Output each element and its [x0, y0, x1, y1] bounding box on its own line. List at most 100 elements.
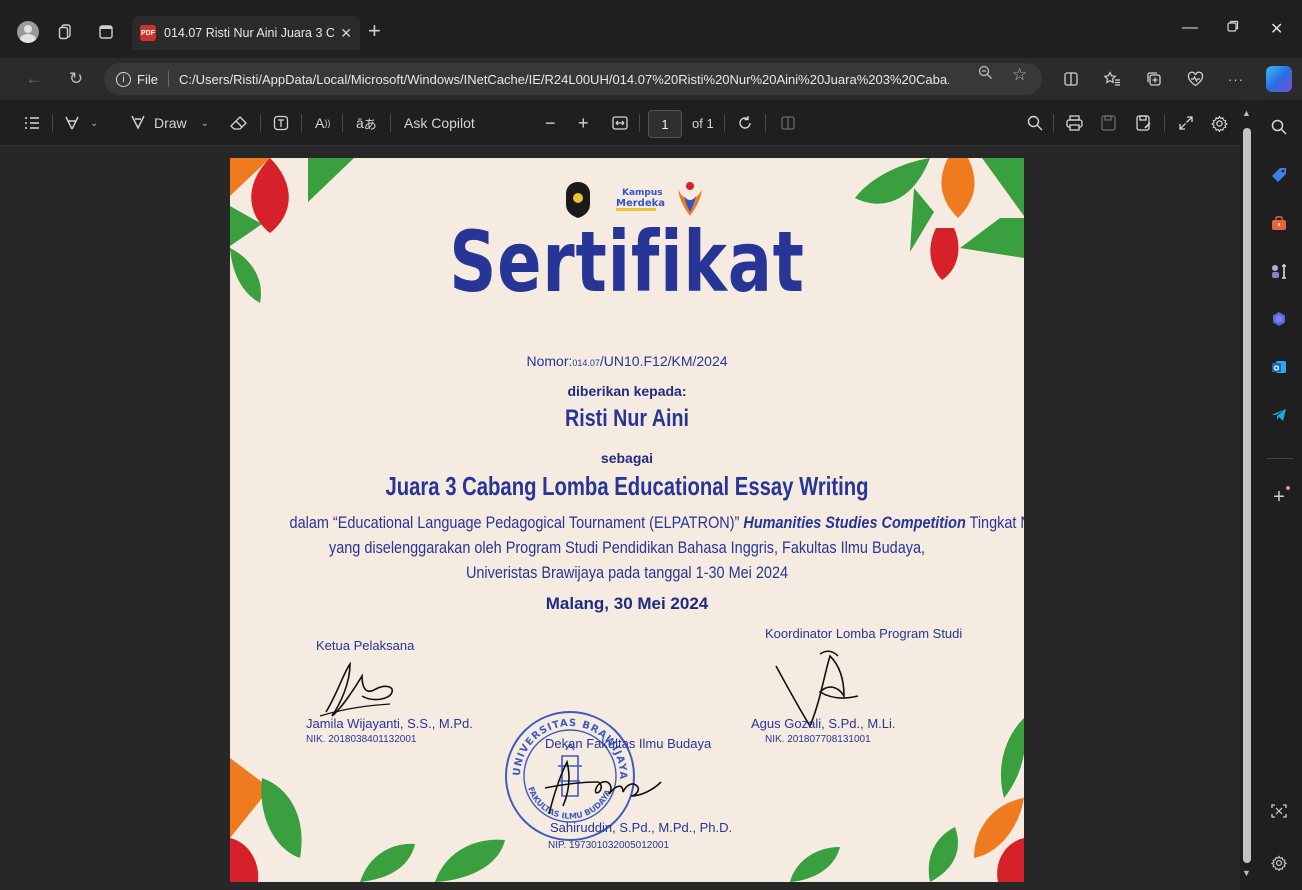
scroll-down-icon[interactable]: ▼: [1242, 868, 1251, 878]
ask-copilot-button[interactable]: Ask Copilot: [404, 113, 475, 133]
divider: [1053, 114, 1054, 132]
save-as-icon[interactable]: [1136, 113, 1152, 133]
divider: [301, 114, 302, 132]
divider: [1266, 458, 1294, 459]
erase-icon[interactable]: [230, 113, 248, 133]
active-tab[interactable]: PDF 014.07 Risti Nur Aini Juara 3 Cabang…: [132, 16, 360, 50]
outlook-icon[interactable]: O: [1268, 356, 1290, 378]
minimize-button[interactable]: —: [1182, 19, 1198, 37]
certificate-page: Kampus Merdeka Sertifikat Nomor:014.07/U…: [230, 158, 1024, 882]
description-line-3: Univeristas Brawijaya pada tanggal 1-30 …: [465, 563, 789, 582]
info-icon[interactable]: i: [116, 71, 131, 87]
certificate-title: Sertifikat: [449, 213, 805, 311]
split-screen-icon[interactable]: [1060, 68, 1082, 90]
draw-button[interactable]: Draw ⌄: [130, 113, 209, 133]
add-icon[interactable]: +: [1268, 486, 1290, 508]
svg-text:O: O: [1274, 365, 1280, 373]
browser-essentials-icon[interactable]: [1184, 68, 1206, 90]
address-bar[interactable]: i File C:/Users/Risti/AppData/Local/Micr…: [104, 63, 1042, 95]
copilot-icon[interactable]: [1266, 66, 1292, 92]
event-logo: [678, 182, 702, 216]
kampus-merdeka-logo: Kampus: [622, 188, 663, 198]
page-view-icon[interactable]: [780, 113, 796, 133]
pdf-toolbar: ⌄ Draw ⌄ A)) āあ Ask Copilot − + 1 of 1: [0, 100, 1240, 146]
profile-icon[interactable]: [16, 20, 40, 44]
sidebar-settings-icon[interactable]: [1268, 852, 1290, 874]
translate-icon[interactable]: āあ: [356, 113, 377, 133]
vertical-scrollbar[interactable]: ▲ ▼: [1240, 100, 1254, 890]
right-signer-nik: NIK. 201807708131001: [765, 734, 871, 745]
award-title: Juara 3 Cabang Lomba Educational Essay W…: [385, 471, 869, 501]
games-icon[interactable]: [1268, 260, 1290, 282]
back-icon[interactable]: ←: [22, 67, 46, 91]
page-total: of 1: [692, 115, 714, 131]
url-text[interactable]: C:/Users/Risti/AppData/Local/Microsoft/W…: [179, 72, 949, 87]
telegram-icon[interactable]: [1268, 404, 1290, 426]
tab-bar: PDF 014.07 Risti Nur Aini Juara 3 Cabang…: [0, 0, 1302, 58]
tab-actions-icon[interactable]: [94, 20, 118, 44]
refresh-icon[interactable]: ↻: [64, 67, 88, 91]
workspaces-icon[interactable]: [54, 20, 78, 44]
center-signature: [544, 759, 662, 815]
text-icon[interactable]: [273, 113, 289, 133]
divider: [639, 114, 640, 132]
divider: [342, 114, 343, 132]
description-line-2: yang diselenggarakan oleh Program Studi …: [328, 538, 926, 557]
left-signer-name: Jamila Wijayanti, S.S., M.Pd.: [306, 716, 473, 731]
draw-icon: [130, 114, 146, 133]
svg-text:Merdeka: Merdeka: [616, 198, 665, 209]
recipient-name: Risti Nur Aini: [565, 405, 689, 432]
favorites-icon[interactable]: [1101, 68, 1123, 90]
left-signer-nik: NIK. 2018038401132001: [306, 734, 417, 745]
fit-page-icon[interactable]: [612, 113, 628, 133]
restore-button[interactable]: [1227, 19, 1239, 37]
save-icon[interactable]: [1101, 113, 1116, 133]
read-aloud-icon[interactable]: A)): [315, 113, 330, 133]
highlight-icon[interactable]: ⌄: [64, 113, 98, 133]
more-icon[interactable]: ···: [1225, 68, 1247, 90]
screenshot-icon[interactable]: [1268, 800, 1290, 822]
close-window-button[interactable]: ✕: [1270, 19, 1283, 39]
divider: [765, 114, 766, 132]
collections-icon[interactable]: [1143, 68, 1165, 90]
scroll-thumb[interactable]: [1243, 128, 1251, 863]
divider: [724, 114, 725, 132]
divider: [167, 71, 169, 87]
divider: [1164, 114, 1165, 132]
center-signer-nip: NIP. 197301032005012001: [548, 840, 670, 851]
draw-label: Draw: [154, 115, 187, 131]
shopping-icon[interactable]: [1268, 164, 1290, 186]
divider: [390, 114, 391, 132]
tab-title: 014.07 Risti Nur Aini Juara 3 Cabang: [164, 26, 334, 40]
place-date: Malang, 30 Mei 2024: [545, 594, 709, 613]
favorite-icon[interactable]: ☆: [1012, 65, 1027, 85]
page-number-input[interactable]: 1: [648, 110, 682, 138]
zoom-out-icon[interactable]: −: [545, 113, 556, 133]
search-icon[interactable]: [1027, 113, 1043, 133]
scroll-up-icon[interactable]: ▲: [1242, 108, 1251, 118]
divider: [260, 114, 261, 132]
zoom-in-icon[interactable]: +: [578, 113, 589, 133]
search-icon[interactable]: [1268, 116, 1290, 138]
contents-icon[interactable]: [24, 113, 40, 133]
center-signer-role: Dekan Fakultas Ilmu Budaya: [545, 736, 712, 751]
center-signer-name: Sahiruddin, S.Pd., M.Pd., Ph.D.: [550, 820, 733, 835]
file-label: File: [137, 71, 158, 87]
microsoft365-icon[interactable]: [1268, 308, 1290, 330]
left-signer-role: Ketua Pelaksana: [316, 638, 415, 653]
rotate-icon[interactable]: [737, 113, 753, 133]
close-tab-icon[interactable]: ✕: [340, 25, 352, 42]
fullscreen-icon[interactable]: [1178, 113, 1194, 133]
certificate-number: Nomor:014.07/UN10.F12/KM/2024: [526, 353, 728, 369]
divider: [52, 114, 53, 132]
right-signer-name: Agus Gozali, S.Pd., M.Li.: [751, 716, 896, 731]
description-line-1: dalam “Educational Language Pedagogical …: [289, 513, 1024, 532]
pdf-viewer[interactable]: Kampus Merdeka Sertifikat Nomor:014.07/U…: [0, 146, 1240, 890]
zoom-icon[interactable]: [978, 65, 993, 84]
settings-icon[interactable]: [1211, 113, 1228, 133]
print-icon[interactable]: [1066, 113, 1083, 133]
navigation-bar: ← ↻ i File C:/Users/Risti/AppData/Local/…: [0, 58, 1302, 100]
tools-icon[interactable]: [1268, 212, 1290, 234]
as-label: sebagai: [600, 450, 654, 466]
new-tab-button[interactable]: +: [368, 19, 381, 43]
